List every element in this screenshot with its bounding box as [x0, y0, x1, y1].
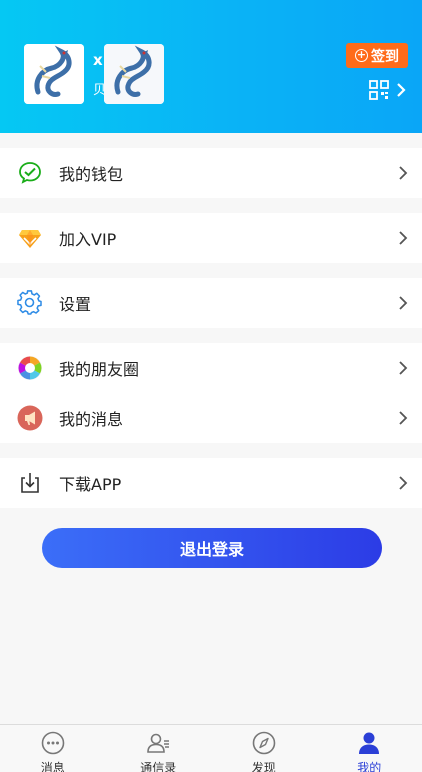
menu-label-vip: 加入VIP: [59, 230, 117, 249]
diamond-icon: [17, 225, 43, 251]
tab-label-me: 我的: [357, 761, 382, 772]
menu-item-moments[interactable]: 我的朋友圈: [0, 343, 422, 393]
tab-messages[interactable]: 消息: [0, 725, 106, 772]
menu-label-settings: 设置: [59, 295, 92, 314]
menu-group-social: 我的朋友圈 我的消息: [0, 343, 422, 443]
wechat-check-icon: [17, 160, 43, 186]
chat-bubble-icon: [40, 731, 66, 755]
chevron-right-icon: [399, 166, 408, 180]
avatar[interactable]: [24, 44, 84, 104]
tab-label-discover: 发现: [251, 761, 276, 772]
chevron-right-icon: [399, 476, 408, 490]
menu-label-download: 下载APP: [59, 475, 122, 494]
chevron-right-icon: [399, 296, 408, 310]
qr-code-icon[interactable]: [369, 80, 389, 100]
tab-me[interactable]: 我的: [317, 725, 422, 772]
logout-button[interactable]: 退出登录: [42, 528, 382, 568]
menu-label-wallet: 我的钱包: [59, 165, 124, 184]
download-icon: [17, 470, 43, 496]
chevron-right-icon: [399, 361, 408, 375]
menu-label-messages: 我的消息: [59, 410, 124, 429]
menu-item-messages[interactable]: 我的消息: [0, 393, 422, 443]
camera-aperture-icon: [17, 355, 43, 381]
user-name: x: [93, 51, 103, 69]
menu-group-settings: 设置: [0, 278, 422, 328]
gear-icon: [17, 290, 43, 316]
checkin-button[interactable]: + 签到: [346, 43, 408, 68]
tab-contacts[interactable]: 通信录: [106, 725, 212, 772]
compass-icon: [251, 731, 277, 755]
bottom-tab-bar: 消息 通信录 发现 我的: [0, 724, 422, 772]
profile-header: x 贝 + 签到: [0, 0, 422, 133]
menu-label-moments: 我的朋友圈: [59, 360, 140, 379]
menu-item-download[interactable]: 下载APP: [0, 458, 422, 508]
chevron-right-icon: [399, 231, 408, 245]
menu-item-vip[interactable]: 加入VIP: [0, 213, 422, 263]
checkin-label: 签到: [371, 48, 399, 65]
menu-item-wallet[interactable]: 我的钱包: [0, 148, 422, 198]
avatar-secondary[interactable]: [104, 44, 164, 104]
plus-circle-icon: +: [355, 48, 368, 62]
tab-label-contacts: 通信录: [140, 761, 177, 772]
contacts-icon: [145, 731, 171, 755]
tab-discover[interactable]: 发现: [211, 725, 317, 772]
menu-group-vip: 加入VIP: [0, 213, 422, 263]
menu-group-wallet: 我的钱包: [0, 148, 422, 198]
megaphone-icon: [17, 405, 43, 431]
menu-group-download: 下载APP: [0, 458, 422, 508]
chevron-right-icon: [399, 411, 408, 425]
tab-label-messages: 消息: [40, 761, 65, 772]
menu-item-settings[interactable]: 设置: [0, 278, 422, 328]
user-icon: [356, 731, 382, 755]
chevron-right-icon[interactable]: [395, 82, 407, 98]
